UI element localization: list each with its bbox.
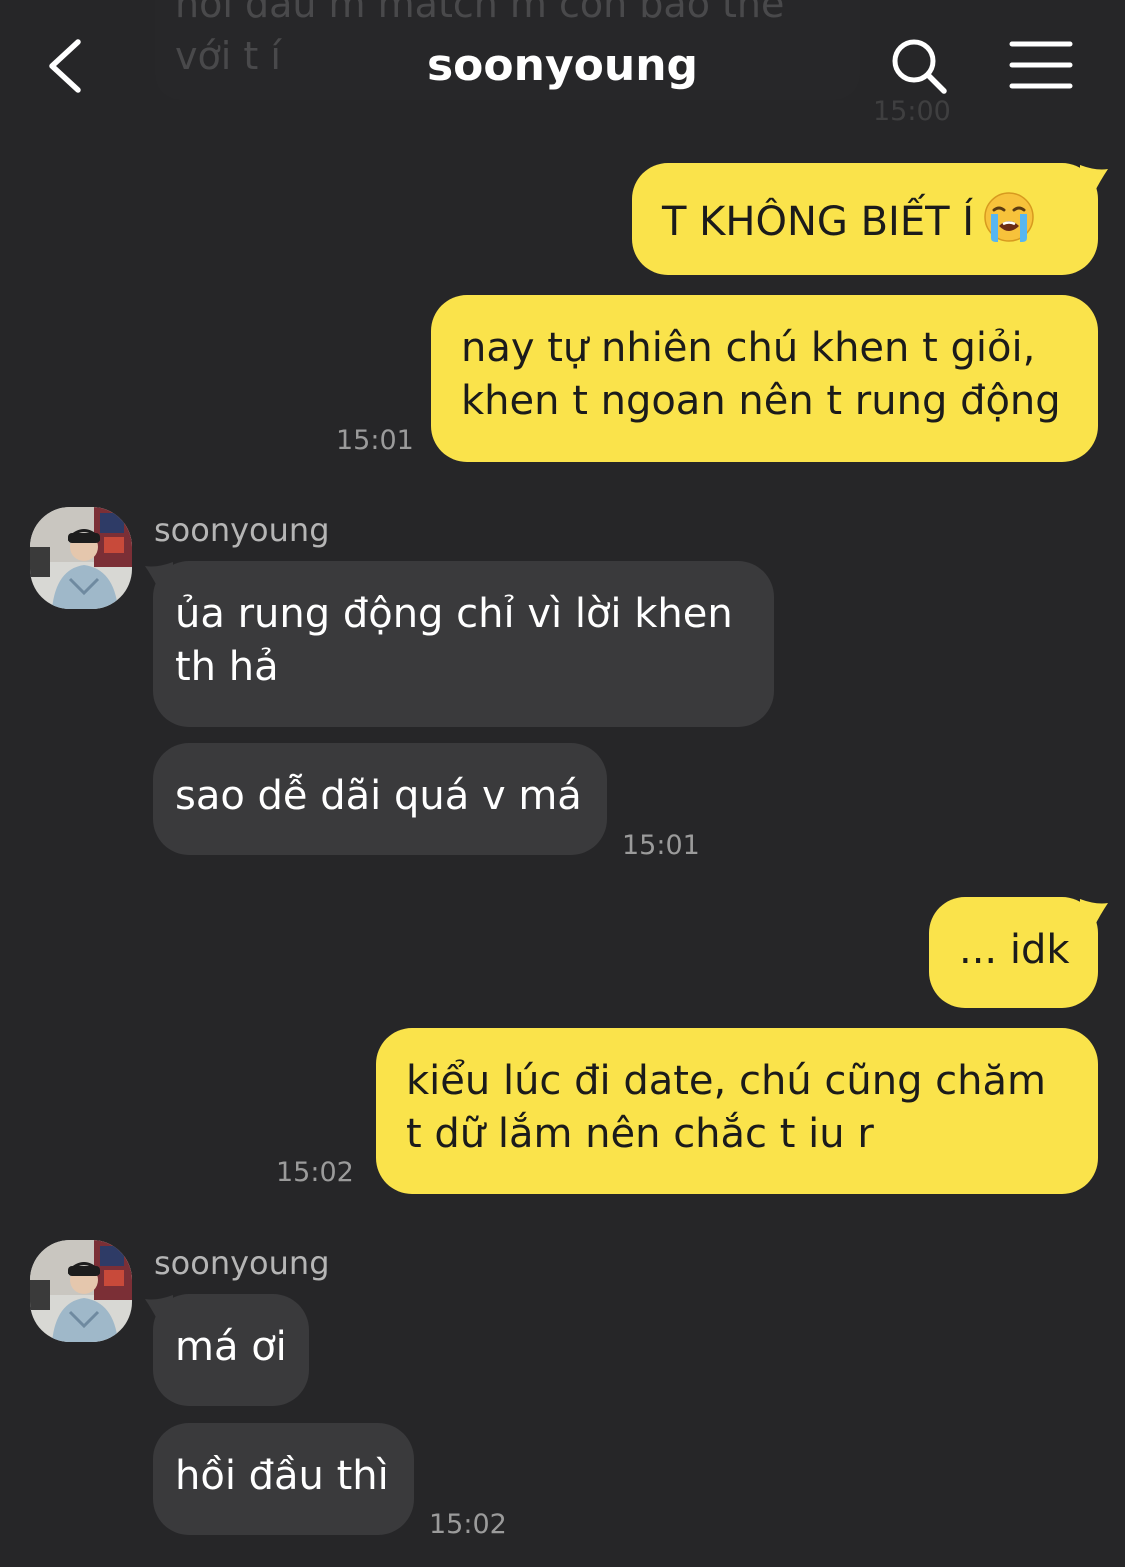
message-text: nay tự nhiên chú khen t giỏi, khen t ngo…	[461, 325, 1061, 424]
chat-title: soonyoung	[426, 40, 699, 91]
incoming-message-bubble[interactable]: sao dễ dãi quá v má	[153, 743, 607, 855]
avatar[interactable]	[30, 507, 132, 609]
message-text: sao dễ dãi quá v má	[175, 773, 582, 819]
previous-message-time: 15:00	[873, 96, 951, 127]
outgoing-message-bubble[interactable]: T KHÔNG BIẾT Í	[632, 163, 1098, 275]
bubble-tail	[145, 1295, 173, 1323]
menu-button[interactable]	[1006, 38, 1076, 94]
bubble-tail	[1080, 899, 1108, 927]
avatar[interactable]	[30, 1240, 132, 1342]
outgoing-message-bubble[interactable]: kiểu lúc đi date, chú cũng chăm t dữ lắm…	[376, 1028, 1098, 1194]
message-text: T KHÔNG BIẾT Í	[662, 199, 975, 245]
loudly-crying-face-icon	[982, 190, 1036, 258]
avatar-photo	[30, 1240, 132, 1342]
outgoing-message-bubble[interactable]: ... idk	[929, 897, 1098, 1008]
message-text: hồi đầu thì	[175, 1453, 389, 1499]
bubble-tail	[1080, 165, 1108, 193]
incoming-message-bubble[interactable]: ủa rung động chỉ vì lời khen th hả	[153, 561, 774, 727]
incoming-message-bubble[interactable]: má ơi	[153, 1294, 309, 1406]
avatar-photo	[30, 507, 132, 609]
message-time: 15:02	[276, 1157, 354, 1188]
sender-name: soonyoung	[154, 511, 330, 549]
message-text: kiểu lúc đi date, chú cũng chăm t dữ lắm…	[406, 1058, 1046, 1157]
search-button[interactable]	[888, 36, 950, 98]
sender-name: soonyoung	[154, 1244, 330, 1282]
outgoing-message-bubble[interactable]: nay tự nhiên chú khen t giỏi, khen t ngo…	[431, 295, 1098, 462]
hamburger-menu-icon	[1009, 41, 1073, 89]
message-time: 15:01	[336, 425, 414, 456]
message-text: má ơi	[175, 1324, 287, 1370]
search-icon	[892, 39, 947, 94]
message-time: 15:01	[622, 830, 700, 861]
message-time: 15:02	[429, 1509, 507, 1540]
incoming-message-bubble[interactable]: hồi đầu thì	[153, 1423, 414, 1535]
bubble-tail	[145, 562, 173, 590]
message-text: ủa rung động chỉ vì lời khen th hả	[175, 591, 733, 690]
message-text: ... idk	[959, 927, 1070, 973]
